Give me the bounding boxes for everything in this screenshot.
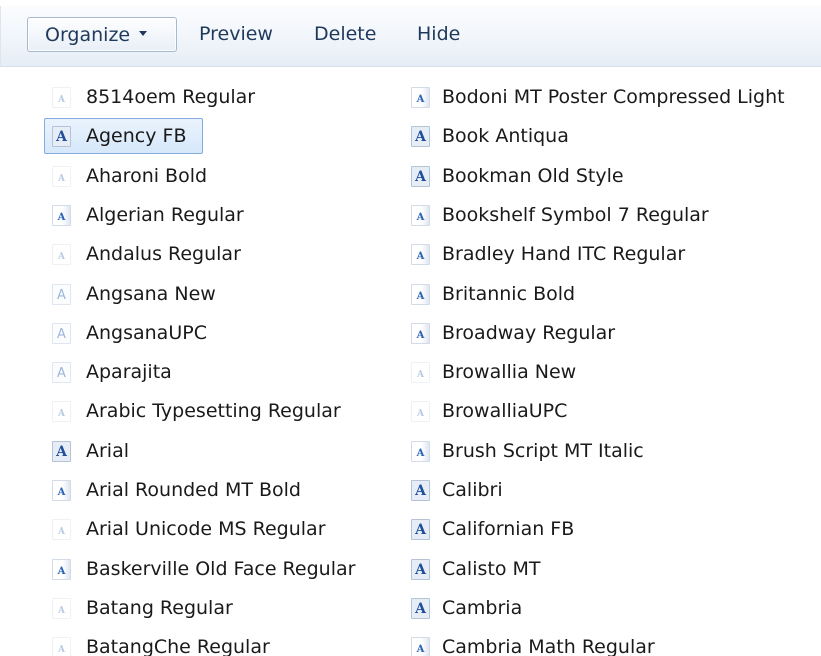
organize-button[interactable]: Organize (27, 17, 177, 52)
font-item[interactable]: A Andalus Regular (52, 236, 412, 272)
font-item[interactable]: A Browallia New (411, 354, 771, 390)
font-name: Baskerville Old Face Regular (86, 558, 356, 580)
font-family-icon: A (411, 598, 430, 619)
font-name: Broadway Regular (442, 322, 616, 344)
font-item[interactable]: A Agency FB (44, 118, 203, 154)
font-file-icon: A (411, 362, 430, 383)
font-item[interactable]: A Aparajita (52, 354, 412, 390)
font-name: BrowalliaUPC (442, 400, 568, 422)
font-family-icon: A (52, 441, 71, 462)
font-name: AngsanaUPC (86, 322, 207, 344)
font-file-icon: A (411, 323, 430, 344)
font-family-icon: A (52, 362, 71, 383)
font-file-icon: A (52, 637, 71, 656)
font-item[interactable]: A Bookman Old Style (411, 158, 771, 194)
font-name: Bookshelf Symbol 7 Regular (442, 204, 709, 226)
font-family-icon: A (411, 519, 430, 540)
font-file-icon: A (52, 519, 71, 540)
font-name: Cambria Math Regular (442, 636, 655, 656)
font-file-icon: A (52, 401, 71, 422)
font-file-icon: A (52, 244, 71, 265)
font-family-icon: A (411, 126, 430, 147)
font-item[interactable]: A Broadway Regular (411, 315, 771, 351)
font-item[interactable]: A Arial Unicode MS Regular (52, 511, 412, 547)
font-name: 8514oem Regular (86, 86, 256, 108)
font-item[interactable]: A Cambria (411, 590, 771, 626)
font-file-icon: A (52, 559, 71, 580)
font-name: Arial Unicode MS Regular (86, 518, 326, 540)
font-item[interactable]: A Algerian Regular (52, 197, 412, 233)
font-name: Arial Rounded MT Bold (86, 479, 301, 501)
font-item[interactable]: A Calibri (411, 472, 771, 508)
font-family-icon: A (411, 166, 430, 187)
hide-button[interactable]: Hide (417, 17, 460, 52)
font-name: Angsana New (86, 283, 216, 305)
font-file-icon: A (411, 441, 430, 462)
font-file-icon: A (411, 401, 430, 422)
font-item[interactable]: A Calisto MT (411, 551, 771, 587)
font-file-icon: A (52, 205, 71, 226)
font-name: Bradley Hand ITC Regular (442, 243, 686, 265)
font-name: Brush Script MT Italic (442, 440, 644, 462)
font-item[interactable]: A Bradley Hand ITC Regular (411, 236, 771, 272)
font-file-icon: A (52, 480, 71, 501)
font-name: Agency FB (86, 125, 187, 147)
font-item[interactable]: A Bodoni MT Poster Compressed Light (411, 79, 785, 115)
font-item[interactable]: A Baskerville Old Face Regular (52, 551, 412, 587)
font-name: BatangChe Regular (86, 636, 270, 656)
font-name: Book Antiqua (442, 125, 569, 147)
font-file-icon: A (411, 284, 430, 305)
font-name: Aparajita (86, 361, 172, 383)
font-family-icon: A (52, 284, 71, 305)
font-item[interactable]: A Arial Rounded MT Bold (52, 472, 412, 508)
font-item[interactable]: A Angsana New (52, 276, 412, 312)
font-name: Calibri (442, 479, 503, 501)
delete-button[interactable]: Delete (314, 17, 376, 52)
font-name: Arabic Typesetting Regular (86, 400, 341, 422)
font-item[interactable]: A Aharoni Bold (52, 158, 412, 194)
font-file-icon: A (52, 87, 71, 108)
font-file-icon: A (411, 205, 430, 226)
font-name: Arial (86, 440, 130, 462)
font-name: Calisto MT (442, 558, 541, 580)
font-file-icon: A (52, 598, 71, 619)
font-item[interactable]: A Californian FB (411, 511, 771, 547)
font-item[interactable]: A Britannic Bold (411, 276, 771, 312)
font-name: Batang Regular (86, 597, 233, 619)
font-item[interactable]: A Batang Regular (52, 590, 412, 626)
font-item[interactable]: A Book Antiqua (411, 118, 771, 154)
font-name: Cambria (442, 597, 523, 619)
font-family-icon: A (411, 480, 430, 501)
chevron-down-icon (139, 31, 148, 36)
font-family-icon: A (52, 126, 71, 147)
font-file-icon: A (52, 166, 71, 187)
font-item[interactable]: A BrowalliaUPC (411, 393, 771, 429)
font-name: Browallia New (442, 361, 577, 383)
font-file-icon: A (411, 87, 430, 108)
command-bar: Organize Preview Delete Hide (0, 6, 821, 67)
organize-label: Organize (45, 24, 131, 46)
font-item[interactable]: A AngsanaUPC (52, 315, 412, 351)
font-name: Californian FB (442, 518, 575, 540)
font-item[interactable]: A Brush Script MT Italic (411, 433, 771, 469)
font-family-icon: A (411, 559, 430, 580)
font-name: Britannic Bold (442, 283, 576, 305)
font-file-icon: A (411, 637, 430, 656)
font-name: Aharoni Bold (86, 165, 208, 187)
font-item[interactable]: A 8514oem Regular (52, 79, 412, 115)
preview-button[interactable]: Preview (199, 17, 273, 52)
font-name: Bookman Old Style (442, 165, 624, 187)
fonts-window: Organize Preview Delete Hide A 8514oem Re… (0, 0, 821, 656)
font-name: Andalus Regular (86, 243, 241, 265)
font-item[interactable]: A BatangChe Regular (52, 629, 412, 656)
font-item[interactable]: A Arabic Typesetting Regular (52, 393, 412, 429)
font-family-icon: A (52, 323, 71, 344)
font-name: Bodoni MT Poster Compressed Light (442, 86, 785, 108)
font-name: Algerian Regular (86, 204, 244, 226)
font-item[interactable]: A Cambria Math Regular (411, 629, 771, 656)
font-file-icon: A (411, 244, 430, 265)
font-item[interactable]: A Arial (52, 433, 412, 469)
font-item[interactable]: A Bookshelf Symbol 7 Regular (411, 197, 771, 233)
